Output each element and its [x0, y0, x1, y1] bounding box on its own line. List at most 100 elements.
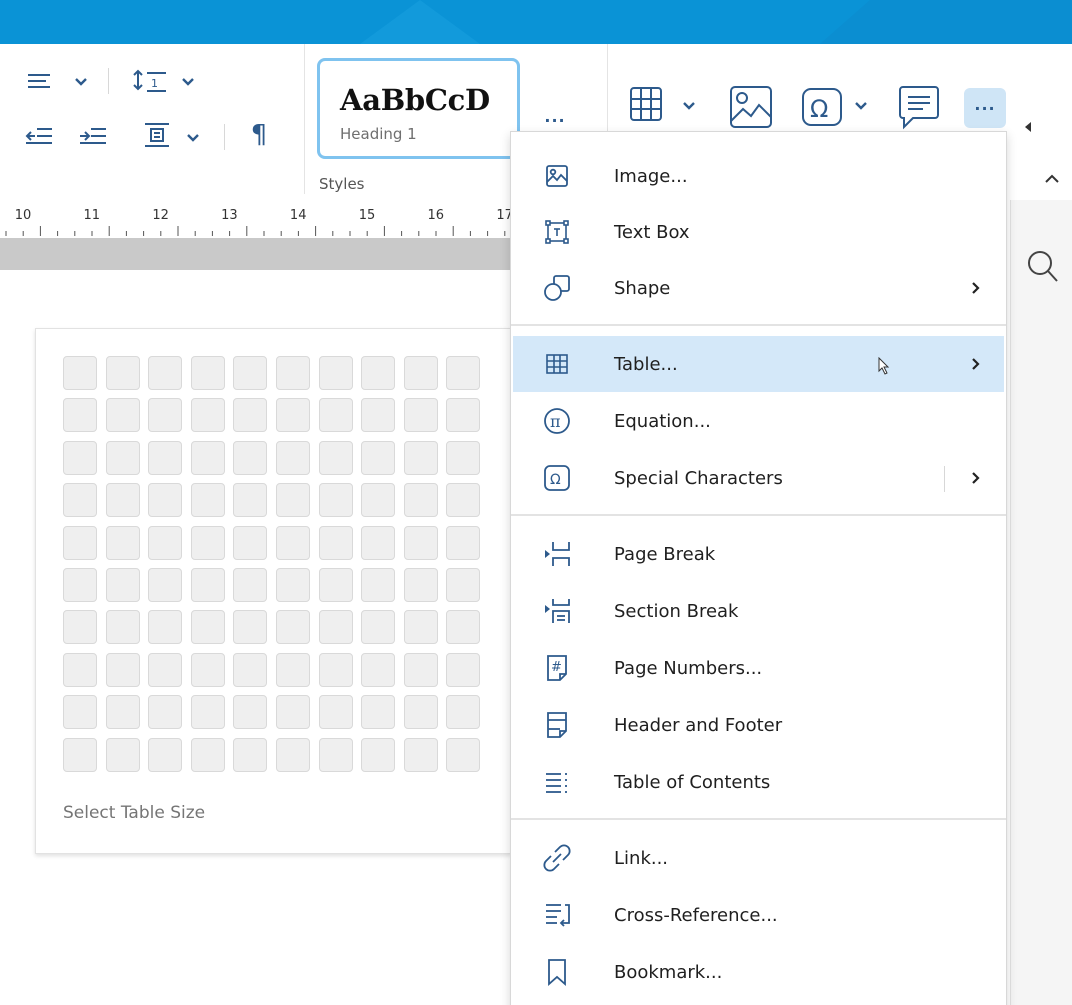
table-size-cell[interactable] [148, 440, 183, 475]
chevron-down-icon[interactable] [182, 78, 194, 86]
table-size-cell[interactable] [105, 483, 140, 518]
table-size-cell[interactable] [148, 398, 183, 433]
chevron-right-icon[interactable] [971, 468, 981, 488]
table-size-cell[interactable] [446, 483, 481, 518]
menu-item-special-characters[interactable]: Ω Special Characters [513, 450, 1004, 506]
table-size-cell[interactable] [403, 356, 438, 390]
table-size-cell[interactable] [63, 398, 97, 433]
line-spacing-button[interactable]: 1 [130, 64, 170, 98]
menu-item-page-numbers[interactable]: # Page Numbers... [513, 640, 1004, 696]
table-size-cell[interactable] [403, 398, 438, 433]
table-size-cell[interactable] [275, 483, 310, 518]
table-size-cell[interactable] [233, 356, 268, 390]
table-size-cell[interactable] [148, 610, 183, 645]
menu-item-page-break[interactable]: Page Break [513, 526, 1004, 582]
table-size-cell[interactable] [318, 695, 353, 730]
table-size-cell[interactable] [63, 652, 97, 687]
table-size-cell[interactable] [190, 610, 225, 645]
table-size-cell[interactable] [105, 356, 140, 390]
table-size-cell[interactable] [148, 483, 183, 518]
table-size-cell[interactable] [233, 483, 268, 518]
table-size-cell[interactable] [403, 525, 438, 560]
table-size-cell[interactable] [361, 356, 396, 390]
table-size-cell[interactable] [361, 695, 396, 730]
table-size-cell[interactable] [233, 695, 268, 730]
table-size-cell[interactable] [318, 440, 353, 475]
paragraph-spacing-button[interactable] [140, 120, 174, 150]
table-size-cell[interactable] [63, 525, 97, 560]
menu-item-table[interactable]: Table... [513, 336, 1004, 392]
collapse-ribbon-icon[interactable] [1045, 174, 1059, 183]
table-size-cell[interactable] [318, 356, 353, 390]
table-size-cell[interactable] [446, 440, 481, 475]
table-size-cell[interactable] [190, 695, 225, 730]
align-left-button[interactable] [22, 68, 56, 96]
table-size-cell[interactable] [403, 737, 438, 772]
menu-item-cross-reference[interactable]: Cross-Reference... [513, 887, 1004, 943]
table-size-cell[interactable] [275, 525, 310, 560]
insert-special-character-button[interactable]: Ω [800, 86, 844, 128]
table-size-cell[interactable] [361, 652, 396, 687]
table-size-cell[interactable] [275, 567, 310, 602]
table-size-cell[interactable] [275, 610, 310, 645]
ribbon-scroll-left-icon[interactable] [1025, 122, 1031, 132]
show-formatting-marks-button[interactable]: ¶ [244, 120, 274, 150]
table-size-cell[interactable] [63, 610, 97, 645]
table-size-cell[interactable] [105, 398, 140, 433]
table-size-cell[interactable] [403, 610, 438, 645]
increase-indent-button[interactable] [76, 122, 110, 150]
table-size-cell[interactable] [190, 652, 225, 687]
menu-item-bookmark[interactable]: Bookmark... [513, 944, 1004, 1000]
table-size-cell[interactable] [275, 737, 310, 772]
insert-image-button[interactable] [728, 84, 774, 130]
table-size-cell[interactable] [63, 440, 97, 475]
table-size-cell[interactable] [446, 567, 481, 602]
table-size-cell[interactable] [446, 695, 481, 730]
table-size-cell[interactable] [190, 483, 225, 518]
table-size-cell[interactable] [63, 483, 97, 518]
chevron-down-icon[interactable] [187, 134, 199, 142]
table-size-cell[interactable] [190, 440, 225, 475]
table-size-cell[interactable] [190, 567, 225, 602]
table-size-grid[interactable] [63, 356, 481, 772]
table-size-cell[interactable] [233, 525, 268, 560]
horizontal-ruler[interactable]: 10 11 12 13 14 15 16 17 [0, 200, 512, 238]
table-size-cell[interactable] [105, 652, 140, 687]
table-size-cell[interactable] [275, 695, 310, 730]
table-size-cell[interactable] [361, 525, 396, 560]
table-size-cell[interactable] [275, 440, 310, 475]
table-size-cell[interactable] [190, 356, 225, 390]
table-size-cell[interactable] [361, 567, 396, 602]
search-icon[interactable] [1027, 250, 1059, 284]
table-size-cell[interactable] [446, 525, 481, 560]
style-preview-heading-1[interactable]: AaBbCcD Heading 1 [317, 58, 520, 159]
table-size-cell[interactable] [233, 737, 268, 772]
table-size-cell[interactable] [361, 737, 396, 772]
table-size-cell[interactable] [105, 440, 140, 475]
table-size-cell[interactable] [318, 398, 353, 433]
table-size-cell[interactable] [403, 567, 438, 602]
table-size-cell[interactable] [275, 398, 310, 433]
table-size-cell[interactable] [361, 440, 396, 475]
chevron-down-icon[interactable] [75, 78, 87, 86]
table-size-cell[interactable] [190, 398, 225, 433]
table-size-cell[interactable] [148, 525, 183, 560]
table-size-cell[interactable] [446, 737, 481, 772]
table-size-cell[interactable] [446, 652, 481, 687]
menu-item-header-and-footer[interactable]: Header and Footer [513, 697, 1004, 753]
table-size-cell[interactable] [233, 567, 268, 602]
table-size-cell[interactable] [63, 567, 97, 602]
table-size-cell[interactable] [446, 356, 481, 390]
table-size-cell[interactable] [318, 652, 353, 687]
table-size-cell[interactable] [63, 737, 97, 772]
table-size-cell[interactable] [275, 652, 310, 687]
insert-comment-button[interactable] [898, 84, 940, 132]
table-size-cell[interactable] [318, 483, 353, 518]
table-size-cell[interactable] [318, 525, 353, 560]
table-size-cell[interactable] [233, 652, 268, 687]
menu-item-section-break[interactable]: Section Break [513, 583, 1004, 639]
chevron-down-icon[interactable] [855, 102, 867, 110]
decrease-indent-button[interactable] [22, 122, 56, 150]
table-size-cell[interactable] [361, 483, 396, 518]
chevron-down-icon[interactable] [683, 102, 695, 110]
